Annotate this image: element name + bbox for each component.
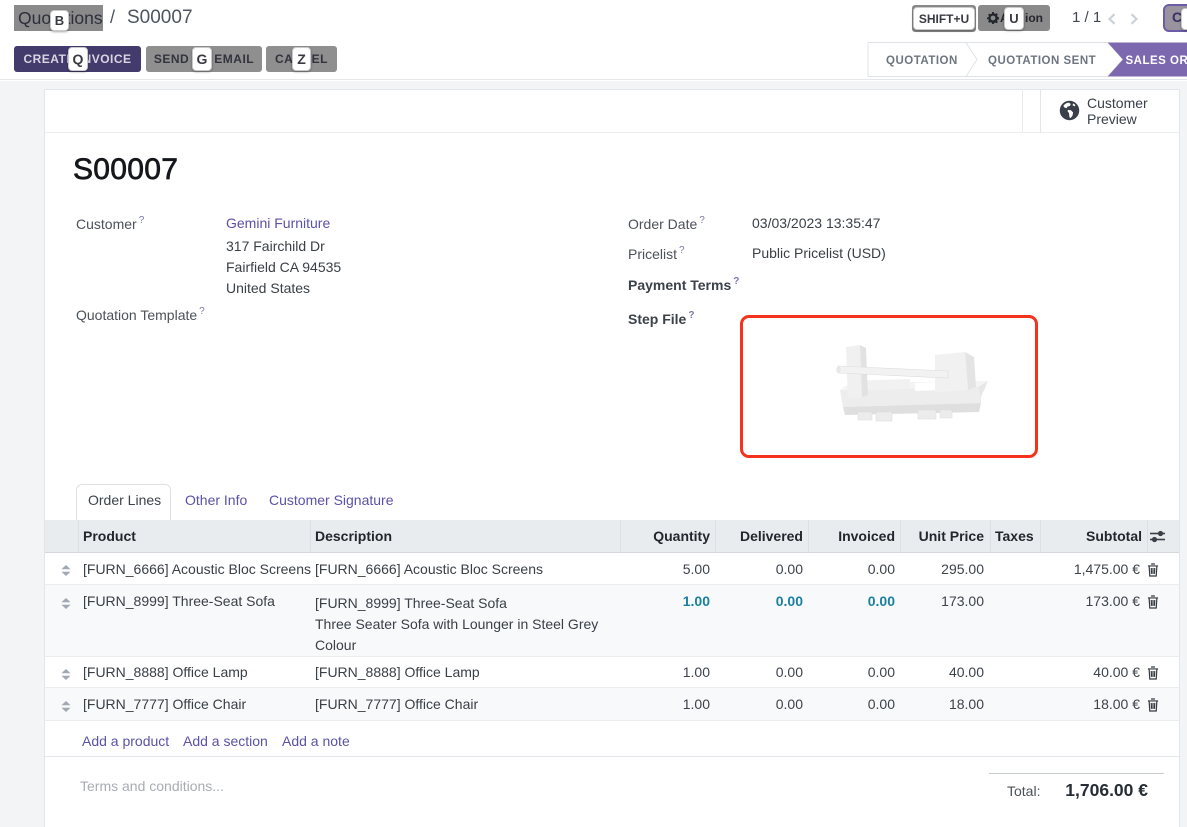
svg-text:QUOTATION: QUOTATION	[886, 55, 958, 67]
svg-text:SALES ORDER: SALES ORDER	[1126, 55, 1187, 67]
svg-text:QUOTATION SENT: QUOTATION SENT	[988, 55, 1096, 67]
